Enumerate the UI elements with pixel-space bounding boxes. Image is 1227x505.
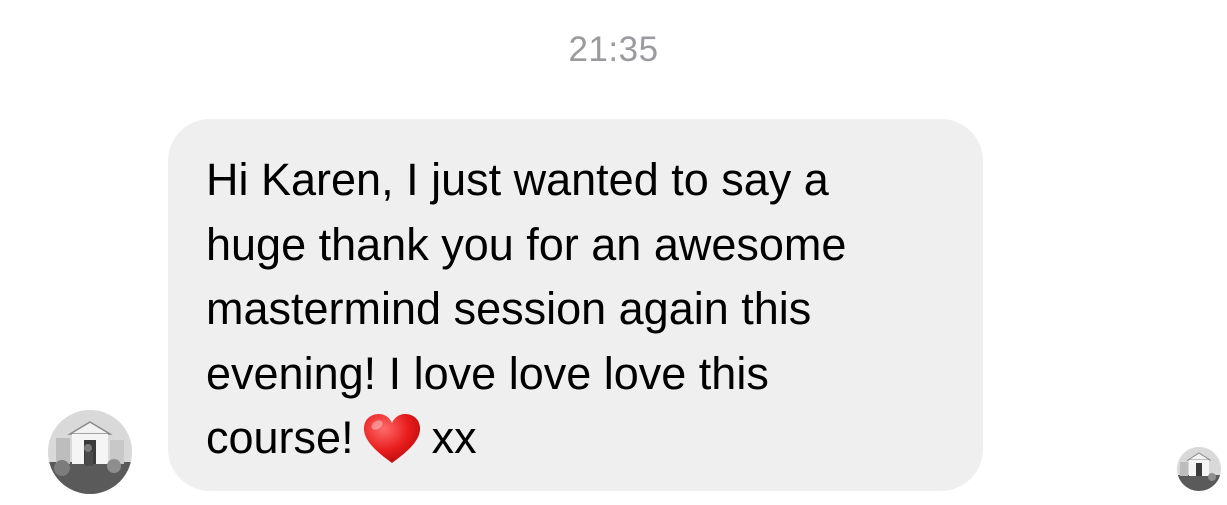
message-timestamp: 21:35 (568, 30, 659, 69)
message-text-tail: xx (431, 412, 477, 463)
message-text: Hi Karen, I just wanted to say a huge th… (206, 148, 953, 471)
message-text-main: Hi Karen, I just wanted to say a huge th… (206, 154, 847, 463)
heart-emoji-icon (363, 414, 420, 463)
chat-screen: 21:35 Hi Karen, I just wanted to say a h… (0, 0, 1227, 505)
read-receipt-avatar (1177, 447, 1221, 491)
message-bubble[interactable]: Hi Karen, I just wanted to say a huge th… (168, 119, 983, 491)
avatar-photo-icon (1177, 447, 1221, 491)
avatar-photo-icon (48, 410, 132, 494)
sender-avatar[interactable] (48, 410, 132, 494)
